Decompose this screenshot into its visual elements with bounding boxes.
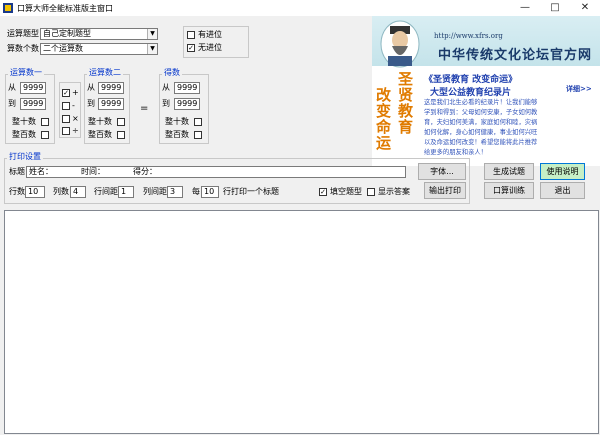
maximize-button[interactable]: □ — [540, 0, 570, 16]
operand2-to-label: 到 — [87, 99, 95, 108]
divide-checkbox[interactable] — [62, 127, 70, 135]
operand-count-select[interactable]: 二个运算数 ▼ — [40, 43, 158, 55]
equals-sign: = — [140, 103, 149, 114]
result-hundreds-label: 整百数 — [165, 130, 189, 139]
operand1-hundreds-label: 整百数 — [12, 130, 36, 139]
no-carry-checkbox[interactable]: ✓ — [187, 44, 195, 52]
print-title-label: 标题 — [9, 167, 25, 176]
window-title: 口算大师全能标准版主窗口 — [17, 4, 113, 13]
question-type-value: 自己定制题型 — [43, 29, 91, 38]
row-spacing-input[interactable]: 1 — [118, 186, 134, 198]
print-button[interactable]: 输出打印 — [424, 182, 466, 199]
times-checkbox[interactable] — [62, 115, 70, 123]
row-spacing-label: 行间距 — [94, 187, 118, 196]
output-area[interactable] — [4, 210, 599, 434]
times-label: × — [72, 114, 79, 123]
exit-button[interactable]: 退出 — [540, 182, 585, 199]
operand1-hundreds-checkbox[interactable] — [41, 131, 49, 139]
operand1-title: 运算数一 — [8, 68, 44, 78]
sage-portrait-icon — [380, 20, 420, 68]
print-title-input[interactable]: 姓名： 时间： 得分： — [26, 166, 406, 178]
result-hundreds-checkbox[interactable] — [194, 131, 202, 139]
fill-blank-checkbox[interactable]: ✓ — [319, 188, 327, 196]
ad-body: 这是我们北生必看的纪录片！让我们能够 学到和得到：父母如何安康，子女如何教 育，… — [424, 99, 538, 156]
chevron-down-icon: ▼ — [147, 44, 157, 54]
fill-blank-label: 填空题型 — [330, 187, 362, 196]
operand-count-label: 算数个数 — [7, 44, 39, 53]
print-settings-title: 打印设置 — [7, 152, 43, 162]
operand1-from-label: 从 — [8, 83, 16, 92]
divide-label: ÷ — [72, 126, 79, 135]
result-to-input[interactable]: 9999 — [174, 98, 200, 110]
rows-label: 行数 — [9, 187, 25, 196]
operand1-from-input[interactable]: 9999 — [20, 82, 46, 94]
operand1-tens-checkbox[interactable] — [41, 118, 49, 126]
carry-checkbox[interactable] — [187, 31, 195, 39]
col-spacing-label: 列间距 — [143, 187, 167, 196]
operand2-title: 运算数二 — [87, 68, 123, 78]
ad-headline: 《圣贤教育 改变命运》 — [424, 75, 518, 85]
ad-url: http://www.xfrs.org — [434, 32, 503, 40]
ad-detail-link[interactable]: 详细>> — [566, 84, 592, 94]
show-answer-checkbox[interactable] — [367, 188, 375, 196]
question-type-select[interactable]: 自己定制题型 ▼ — [40, 28, 158, 40]
operand-count-value: 二个运算数 — [43, 44, 83, 53]
operand1-tens-label: 整十数 — [12, 117, 36, 126]
minus-checkbox[interactable] — [62, 102, 70, 110]
close-button[interactable]: ✕ — [570, 0, 600, 16]
result-from-label: 从 — [162, 83, 170, 92]
result-title: 得数 — [162, 68, 182, 78]
operand2-hundreds-checkbox[interactable] — [117, 131, 125, 139]
drill-button[interactable]: 口算训练 — [484, 182, 534, 199]
operand2-from-input[interactable]: 9999 — [98, 82, 124, 94]
title-bar: 口算大师全能标准版主窗口 — □ ✕ — [0, 0, 600, 16]
show-answer-label: 显示答案 — [378, 187, 410, 196]
operand2-tens-label: 整十数 — [88, 117, 112, 126]
every-input[interactable]: 10 — [201, 186, 219, 198]
chevron-down-icon: ▼ — [147, 29, 157, 39]
ad-subheadline: 大型公益教育纪录片 — [430, 88, 512, 98]
operand2-tens-checkbox[interactable] — [117, 118, 125, 126]
result-tens-label: 整十数 — [165, 117, 189, 126]
app-icon — [3, 3, 13, 13]
result-to-label: 到 — [162, 99, 170, 108]
generate-button[interactable]: 生成试题 — [484, 163, 534, 180]
operand1-to-input[interactable]: 9999 — [20, 98, 46, 110]
operand2-hundreds-label: 整百数 — [88, 130, 112, 139]
ad-vertical-left: 改 变 命 运 — [376, 86, 392, 152]
ad-vertical-right: 圣 贤 教 育 — [398, 70, 414, 136]
cols-input[interactable]: 4 — [70, 186, 86, 198]
font-button[interactable]: 字体... — [418, 163, 466, 180]
every-label: 每 — [192, 187, 200, 196]
result-tens-checkbox[interactable] — [194, 118, 202, 126]
plus-checkbox[interactable]: ✓ — [62, 89, 70, 97]
no-carry-label: 无进位 — [198, 43, 222, 52]
every-suffix-label: 行打印一个标题 — [223, 187, 279, 196]
plus-label: + — [72, 88, 79, 97]
question-type-label: 运算题型 — [7, 29, 39, 38]
rows-input[interactable]: 10 — [25, 186, 45, 198]
help-button[interactable]: 使用说明 — [540, 163, 585, 180]
ad-banner[interactable]: http://www.xfrs.org 中华传统文化论坛官方网 圣 贤 教 育 … — [372, 16, 600, 166]
col-spacing-input[interactable]: 3 — [167, 186, 183, 198]
operand2-from-label: 从 — [87, 83, 95, 92]
cols-label: 列数 — [53, 187, 69, 196]
ad-site-name: 中华传统文化论坛官方网 — [438, 48, 593, 63]
minus-label: - — [72, 101, 75, 110]
carry-label: 有进位 — [198, 30, 222, 39]
operand2-to-input[interactable]: 9999 — [98, 98, 124, 110]
operand1-to-label: 到 — [8, 99, 16, 108]
minimize-button[interactable]: — — [510, 0, 540, 16]
result-from-input[interactable]: 9999 — [174, 82, 200, 94]
